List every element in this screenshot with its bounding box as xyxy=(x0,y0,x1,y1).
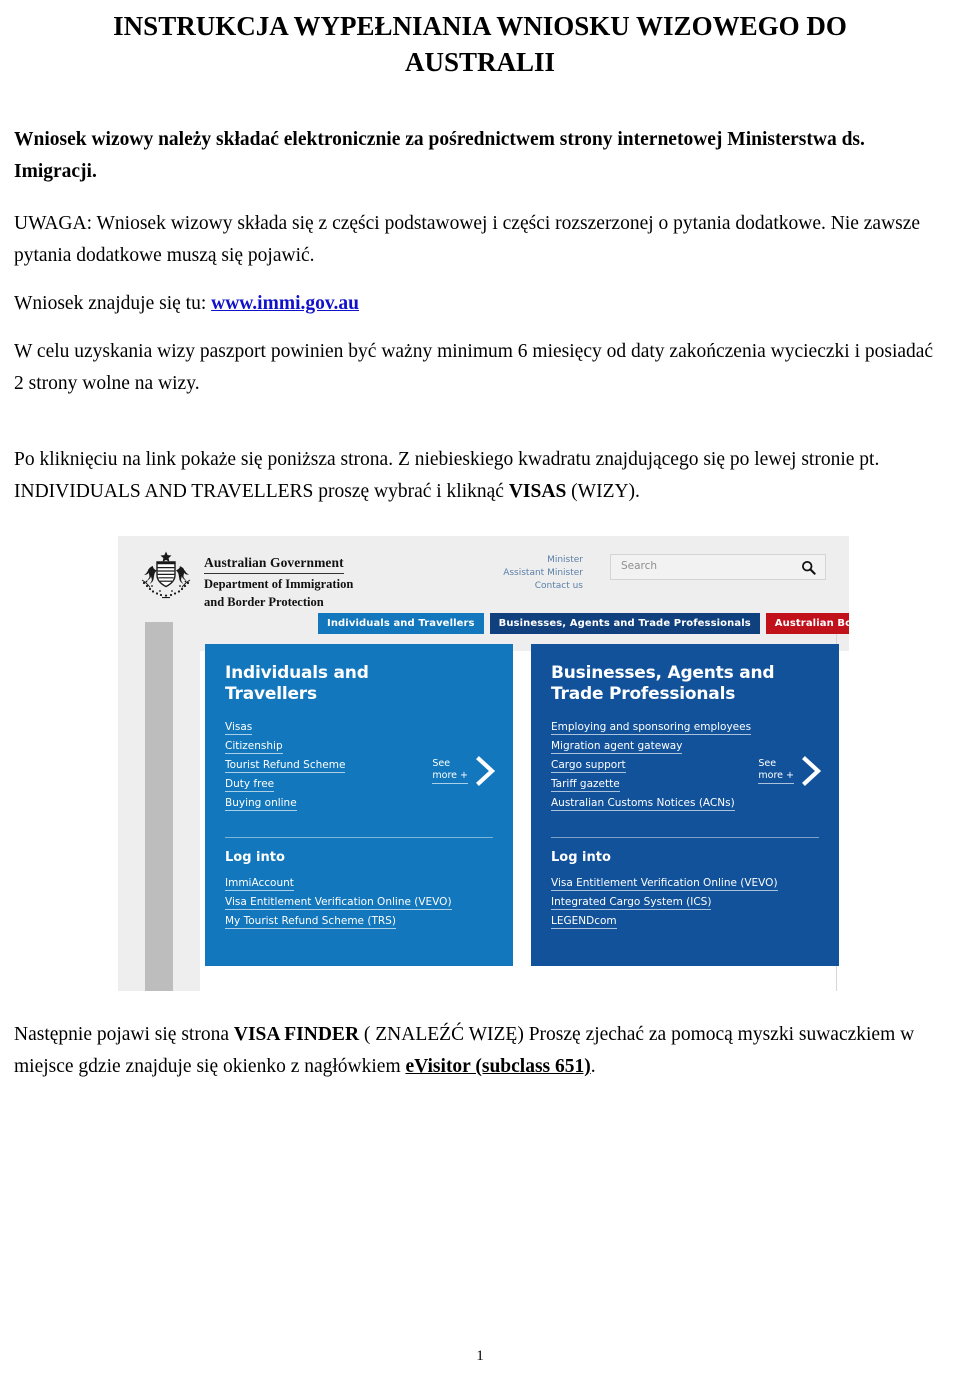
utility-link-contact-us[interactable]: Contact us xyxy=(468,580,583,593)
see-more-line1: See xyxy=(758,758,777,769)
list-item[interactable]: Buying online xyxy=(225,797,493,811)
panel-left-link-visas: Visas xyxy=(225,721,253,735)
panel-left-login-immiaccount: ImmiAccount xyxy=(225,877,294,891)
see-more-label: See more + xyxy=(432,758,468,784)
screenshot-canvas: Australian Government Department of Immi… xyxy=(118,536,849,991)
paragraph-instructions: Po kliknięciu na link pokaże się poniższ… xyxy=(14,444,946,508)
panel-right-login-list: Visa Entitlement Verification Online (VE… xyxy=(551,877,778,934)
page-number: 1 xyxy=(476,1348,484,1364)
panel-right-login-heading: Log into xyxy=(551,850,611,865)
paragraph-intro: Wniosek wizowy należy składać elektronic… xyxy=(14,129,865,182)
list-item[interactable]: Integrated Cargo System (ICS) xyxy=(551,896,778,910)
panel-left-heading-line1: Individuals and xyxy=(225,663,369,683)
see-more-line2: more + xyxy=(432,770,468,784)
search-icon[interactable] xyxy=(801,560,816,575)
list-item[interactable]: Visas xyxy=(225,721,493,735)
panel-right-link-acns: Australian Customs Notices (ACNs) xyxy=(551,797,735,811)
nav-tab-businesses-agents-trade[interactable]: Businesses, Agents and Trade Professiona… xyxy=(489,613,760,634)
see-more-label: See more + xyxy=(758,758,794,784)
list-item[interactable]: Employing and sponsoring employees xyxy=(551,721,819,735)
panel-left-login-heading: Log into xyxy=(225,850,285,865)
panel-right-link-migration-agent-gateway: Migration agent gateway xyxy=(551,740,683,754)
paragraph-link-line: Wniosek znajduje się tu: www.immi.gov.au xyxy=(14,288,946,320)
panel-right-link-employing-sponsoring: Employing and sponsoring employees xyxy=(551,721,752,735)
panel-left-link-buying-online: Buying online xyxy=(225,797,297,811)
instructions-text-c: (WIZY). xyxy=(566,481,640,502)
panel-left-link-citizenship: Citizenship xyxy=(225,740,283,754)
utility-links: Minister Assistant Minister Contact us xyxy=(468,554,583,593)
list-item[interactable]: Migration agent gateway xyxy=(551,740,819,754)
evisitor-subclass-emphasis: eVisitor (subclass 651) xyxy=(405,1056,591,1077)
panel-left-heading-line2: Travellers xyxy=(225,684,317,704)
scroll-gutter-bar[interactable] xyxy=(145,622,173,991)
visa-finder-text-e: . xyxy=(590,1056,596,1077)
panel-right-login-ics: Integrated Cargo System (ICS) xyxy=(551,896,712,910)
list-item[interactable]: Visa Entitlement Verification Online (VE… xyxy=(551,877,778,891)
panel-individuals-and-travellers[interactable]: Individuals and Travellers Visas Citizen… xyxy=(205,644,513,966)
link-lead-in: Wniosek znajduje się tu: xyxy=(14,293,212,314)
utility-link-minister[interactable]: Minister xyxy=(468,554,583,567)
immi-gov-au-link[interactable]: www.immi.gov.au xyxy=(211,293,359,314)
see-more-line1: See xyxy=(432,758,451,769)
panel-businesses-agents-trade[interactable]: Businesses, Agents and Trade Professiona… xyxy=(531,644,839,966)
nav-tab-individuals-and-travellers[interactable]: Individuals and Travellers xyxy=(318,613,484,634)
page-title: INSTRUKCJA WYPEŁNIANIA WNIOSKU WIZOWEGO … xyxy=(14,0,946,80)
visa-finder-emphasis: VISA FINDER xyxy=(233,1024,360,1045)
panel-right-heading: Businesses, Agents and Trade Professiona… xyxy=(551,663,819,705)
panel-left-divider xyxy=(225,837,493,838)
masthead-department-line2: and Border Protection xyxy=(204,595,324,609)
site-masthead: Australian Government Department of Immi… xyxy=(204,554,353,610)
instructions-text-a: Po kliknięciu na link pokaże się poniższ… xyxy=(14,449,880,502)
page-title-line2: AUSTRALII xyxy=(404,47,556,77)
panel-right-see-more[interactable]: See more + xyxy=(758,756,823,786)
panel-left-heading: Individuals and Travellers xyxy=(225,663,493,705)
see-more-line2: more + xyxy=(758,770,794,784)
paragraph-passport: W celu uzyskania wizy paszport powinien … xyxy=(14,341,934,394)
panel-right-login-legendcom: LEGENDcom xyxy=(551,915,617,929)
primary-nav: Individuals and Travellers Businesses, A… xyxy=(318,613,849,634)
search-input[interactable]: Search xyxy=(610,554,826,580)
paragraph-uwaga: UWAGA: Wniosek wizowy składa się z częśc… xyxy=(14,213,921,266)
search-placeholder: Search xyxy=(621,560,658,572)
panel-left-see-more[interactable]: See more + xyxy=(432,756,497,786)
chevron-right-icon[interactable] xyxy=(475,756,497,786)
panel-left-link-tourist-refund-scheme: Tourist Refund Scheme xyxy=(225,759,346,773)
embedded-website-screenshot: Australian Government Department of Immi… xyxy=(118,536,849,991)
panel-right-login-vevo: Visa Entitlement Verification Online (VE… xyxy=(551,877,778,891)
list-item[interactable]: Australian Customs Notices (ACNs) xyxy=(551,797,819,811)
australian-coat-of-arms-icon xyxy=(136,550,196,602)
panel-left-login-vevo: Visa Entitlement Verification Online (VE… xyxy=(225,896,452,910)
chevron-right-icon[interactable] xyxy=(801,756,823,786)
instructions-visas-emphasis: VISAS xyxy=(508,481,567,502)
panel-right-link-tariff-gazette: Tariff gazette xyxy=(551,778,620,792)
list-item[interactable]: ImmiAccount xyxy=(225,877,452,891)
visa-finder-text-a: Następnie pojawi się strona xyxy=(14,1024,234,1045)
page-title-line1: INSTRUKCJA WYPEŁNIANIA WNIOSKU WIZOWEGO … xyxy=(113,11,847,41)
panel-right-link-cargo-support: Cargo support xyxy=(551,759,626,773)
panel-left-login-list: ImmiAccount Visa Entitlement Verificatio… xyxy=(225,877,452,934)
panel-right-heading-line2: Trade Professionals xyxy=(551,684,736,704)
panel-right-divider xyxy=(551,837,819,838)
masthead-department-line1: Department of Immigration xyxy=(204,577,354,591)
list-item[interactable]: Visa Entitlement Verification Online (VE… xyxy=(225,896,452,910)
utility-link-assistant-minister[interactable]: Assistant Minister xyxy=(468,567,583,580)
panel-left-login-trs: My Tourist Refund Scheme (TRS) xyxy=(225,915,396,929)
list-item[interactable]: My Tourist Refund Scheme (TRS) xyxy=(225,915,452,929)
list-item[interactable]: LEGENDcom xyxy=(551,915,778,929)
panel-left-link-duty-free: Duty free xyxy=(225,778,275,792)
masthead-government: Australian Government xyxy=(204,555,344,574)
paragraph-visa-finder: Następnie pojawi się strona VISA FINDER … xyxy=(14,1019,946,1083)
nav-tab-australian-border-force[interactable]: Australian Border Force xyxy=(765,613,849,634)
document-page: INSTRUKCJA WYPEŁNIANIA WNIOSKU WIZOWEGO … xyxy=(0,0,960,1380)
list-item[interactable]: Citizenship xyxy=(225,740,493,754)
panel-right-heading-line1: Businesses, Agents and xyxy=(551,663,775,683)
